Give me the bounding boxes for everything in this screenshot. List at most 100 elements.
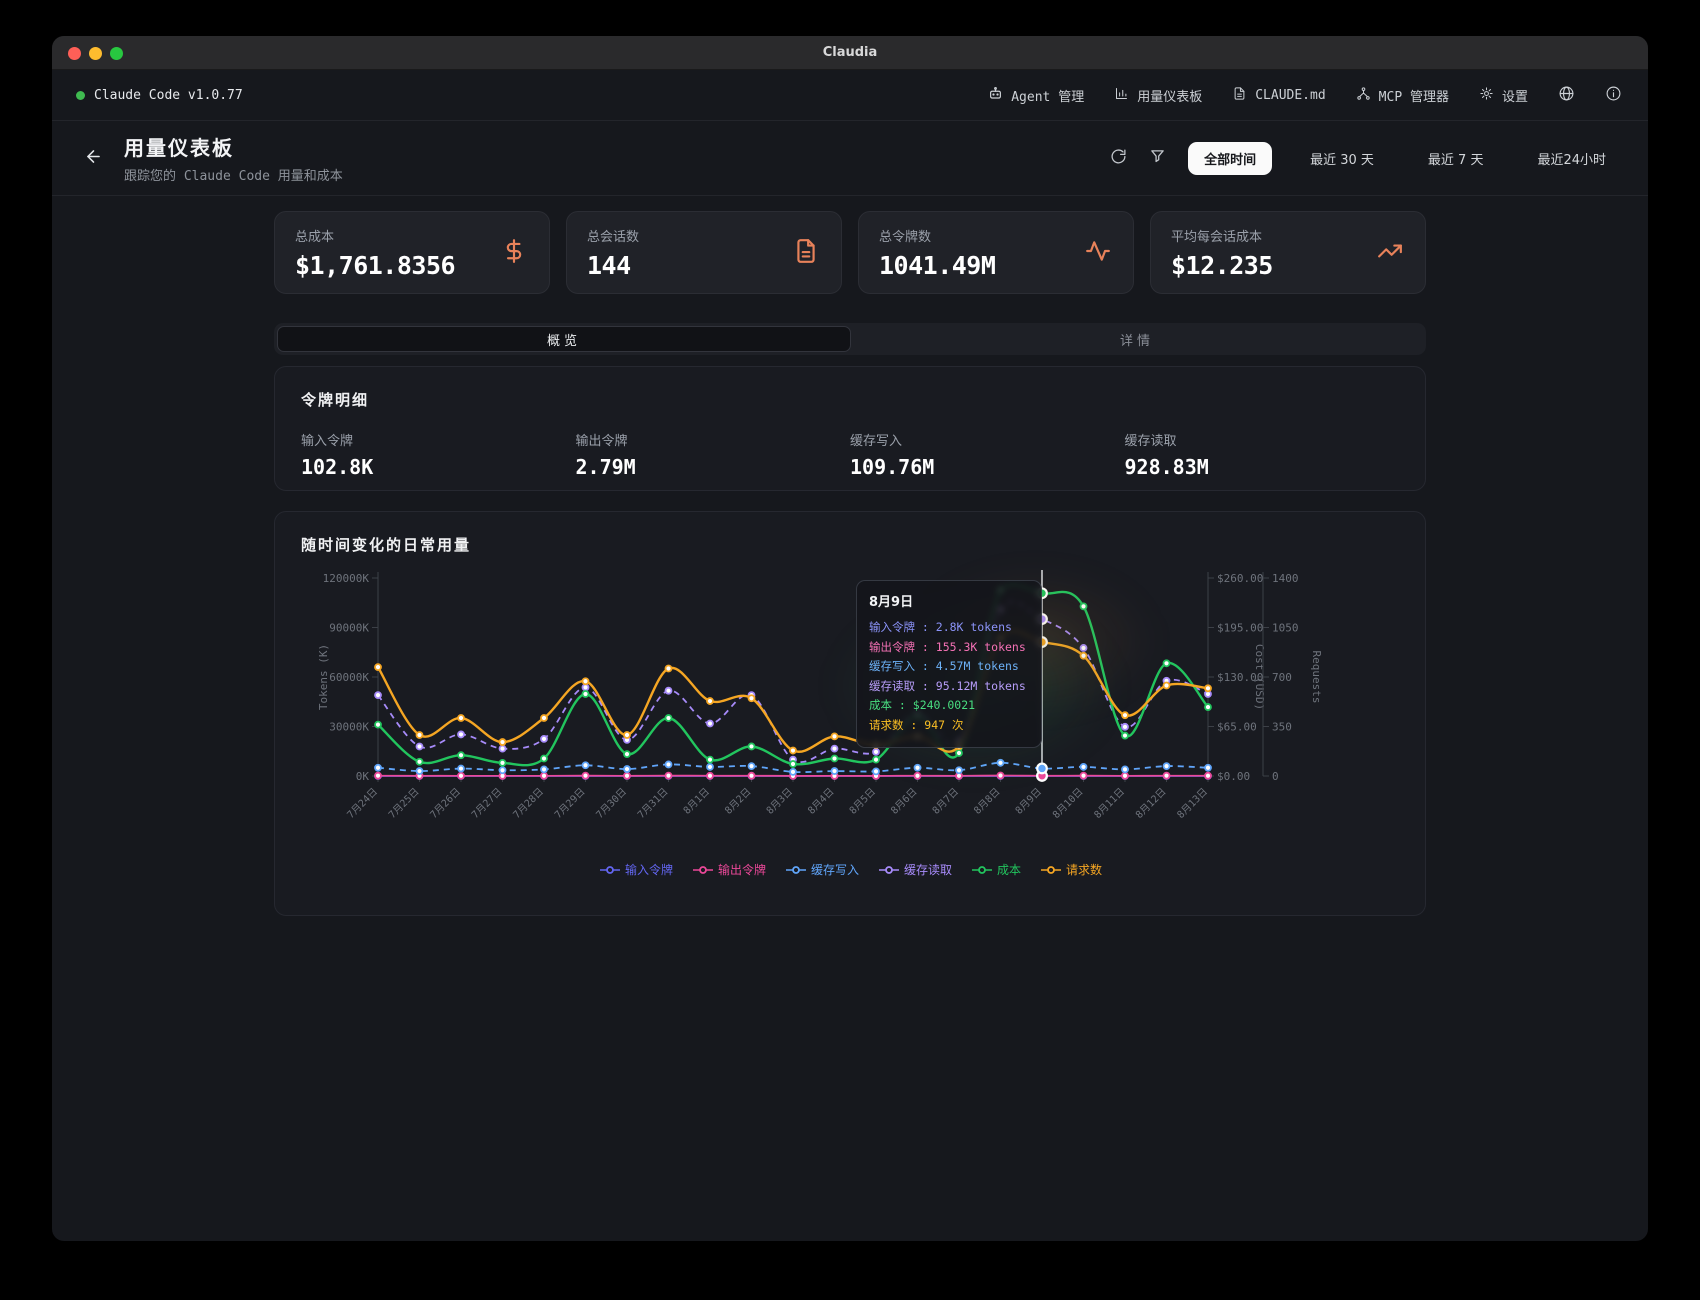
svg-text:7月24日: 7月24日 [345,786,380,821]
stat-label: 总令牌数 [879,226,1113,245]
svg-text:7月27日: 7月27日 [469,786,504,821]
nav-mcp-manager[interactable]: MCP 管理器 [1356,86,1449,105]
tooltip-row-2: 缓存写入 : 4.57M tokens [869,657,1029,677]
nav-usage-dashboard[interactable]: 用量仪表板 [1114,86,1202,105]
usage-chart[interactable]: 0K30000K60000K90000K120000KTokens (K)7月2… [275,561,1427,861]
legend-item-1[interactable]: 输出令牌 [693,861,766,878]
legend-item-2[interactable]: 缓存写入 [786,861,859,878]
svg-text:120000K: 120000K [323,572,370,585]
daily-usage-panel: 随时间变化的日常用量 0K30000K60000K90000K120000KTo… [274,511,1426,916]
page-header: 用量仪表板 跟踪您的 Claude Code 用量和成本 全部时间 最近 30 … [52,121,1648,196]
gear-icon [1479,86,1494,105]
stat-card-total-tokens: 总令牌数 1041.49M [858,211,1134,294]
tooltip-date: 8月9日 [869,591,1029,610]
info-icon [1605,85,1622,106]
stat-card-total-cost: 总成本 $1,761.8356 [274,211,550,294]
stat-card-total-sessions: 总会话数 144 [566,211,842,294]
token-stat-output: 输出令牌 2.79M [576,430,851,479]
svg-text:1400: 1400 [1272,572,1299,585]
svg-text:$260.00: $260.00 [1217,572,1263,585]
svg-text:$0.00: $0.00 [1217,770,1250,783]
brand-label: Claude Code v1.0.77 [94,88,243,103]
bar-chart-icon [1114,86,1129,105]
svg-text:7月31日: 7月31日 [635,786,670,821]
svg-text:60000K: 60000K [329,671,369,684]
svg-text:90000K: 90000K [329,622,369,635]
legend-item-5[interactable]: 请求数 [1041,861,1102,878]
trending-up-icon [1377,238,1403,268]
file-icon [1232,86,1247,105]
tooltip-row-5: 请求数 : 947 次 [869,716,1029,736]
filter-last-30-days[interactable]: 最近 30 天 [1294,142,1390,175]
chart-title: 随时间变化的日常用量 [301,534,1425,555]
stat-label: 平均每会话成本 [1171,226,1405,245]
tooltip-row-0: 输入令牌 : 2.8K tokens [869,618,1029,638]
token-stat-input: 输入令牌 102.8K [301,430,576,479]
filter-last-24-hours[interactable]: 最近24小时 [1521,142,1622,175]
svg-text:7月29日: 7月29日 [552,786,587,821]
svg-text:7月26日: 7月26日 [428,786,463,821]
filter-last-7-days[interactable]: 最近 7 天 [1412,142,1500,175]
network-icon [1356,86,1371,105]
nav-claude-md[interactable]: CLAUDE.md [1232,86,1325,105]
svg-text:8月1日: 8月1日 [681,786,712,817]
info-button[interactable] [1605,85,1622,106]
stat-label: 总会话数 [587,226,821,245]
stat-value: $12.235 [1171,251,1405,280]
stat-value: 1041.49M [879,251,1113,280]
window-title: Claudia [823,45,878,60]
chart-legend: 输入令牌 输出令牌 缓存写入 缓存读取 成本 请求数 [275,861,1427,878]
file-text-icon [793,238,819,268]
token-stat-cache-read: 缓存读取 928.83M [1125,430,1400,479]
page-title: 用量仪表板 [124,132,343,161]
token-breakdown-panel: 令牌明细 输入令牌 102.8K 输出令牌 2.79M 缓存写入 109.76M… [274,366,1426,491]
svg-text:8月13日: 8月13日 [1175,786,1210,821]
tooltip-row-4: 成本 : $240.0021 [869,696,1029,716]
nav-agent-manager[interactable]: Agent 管理 [988,86,1084,105]
filter-button[interactable] [1149,148,1166,169]
svg-text:8月8日: 8月8日 [971,786,1002,817]
zoom-button[interactable] [110,47,123,60]
titlebar: Claudia [52,36,1648,70]
nav-settings[interactable]: 设置 [1479,86,1528,105]
tooltip-row-3: 缓存读取 : 95.12M tokens [869,677,1029,697]
svg-text:0: 0 [1272,770,1279,783]
svg-text:1050: 1050 [1272,622,1299,635]
filter-all-time[interactable]: 全部时间 [1188,142,1272,175]
refresh-button[interactable] [1110,148,1127,169]
svg-text:8月5日: 8月5日 [847,786,878,817]
page-subtitle: 跟踪您的 Claude Code 用量和成本 [124,165,343,184]
app-window: Claudia Claude Code v1.0.77 Agent 管理 用量仪… [52,36,1648,1241]
svg-text:8月2日: 8月2日 [722,786,753,817]
minimize-button[interactable] [89,47,102,60]
svg-text:7月30日: 7月30日 [594,786,629,821]
back-button[interactable] [76,141,110,175]
svg-text:8月7日: 8月7日 [930,786,961,817]
token-stat-cache-write: 缓存写入 109.76M [850,430,1125,479]
stat-cards: 总成本 $1,761.8356 总会话数 144 总令牌数 1041.49M 平… [274,211,1426,294]
menubar: Claude Code v1.0.77 Agent 管理 用量仪表板 CLAUD… [52,70,1648,121]
svg-text:7月28日: 7月28日 [511,786,546,821]
legend-item-0[interactable]: 输入令牌 [600,861,673,878]
legend-item-3[interactable]: 缓存读取 [879,861,952,878]
stat-value: $1,761.8356 [295,251,529,280]
refresh-icon [1110,148,1127,169]
tab-overview[interactable]: 概览 [277,326,851,352]
close-button[interactable] [68,47,81,60]
svg-text:700: 700 [1272,671,1292,684]
stat-value: 144 [587,251,821,280]
svg-text:8月6日: 8月6日 [888,786,919,817]
svg-text:Tokens (K): Tokens (K) [317,644,330,710]
legend-item-4[interactable]: 成本 [972,861,1021,878]
tab-details[interactable]: 详情 [851,326,1423,352]
language-globe-button[interactable] [1558,85,1575,106]
chart-tooltip: 8月9日 输入令牌 : 2.8K tokens输出令牌 : 155.3K tok… [856,580,1042,748]
app-brand: Claude Code v1.0.77 [76,88,243,103]
svg-text:8月10日: 8月10日 [1050,786,1085,821]
globe-icon [1558,85,1575,106]
view-tabs: 概览 详情 [274,323,1426,355]
svg-text:$65.00: $65.00 [1217,721,1257,734]
token-breakdown-title: 令牌明细 [301,389,1399,410]
svg-text:8月12日: 8月12日 [1133,786,1168,821]
robot-icon [988,86,1003,105]
